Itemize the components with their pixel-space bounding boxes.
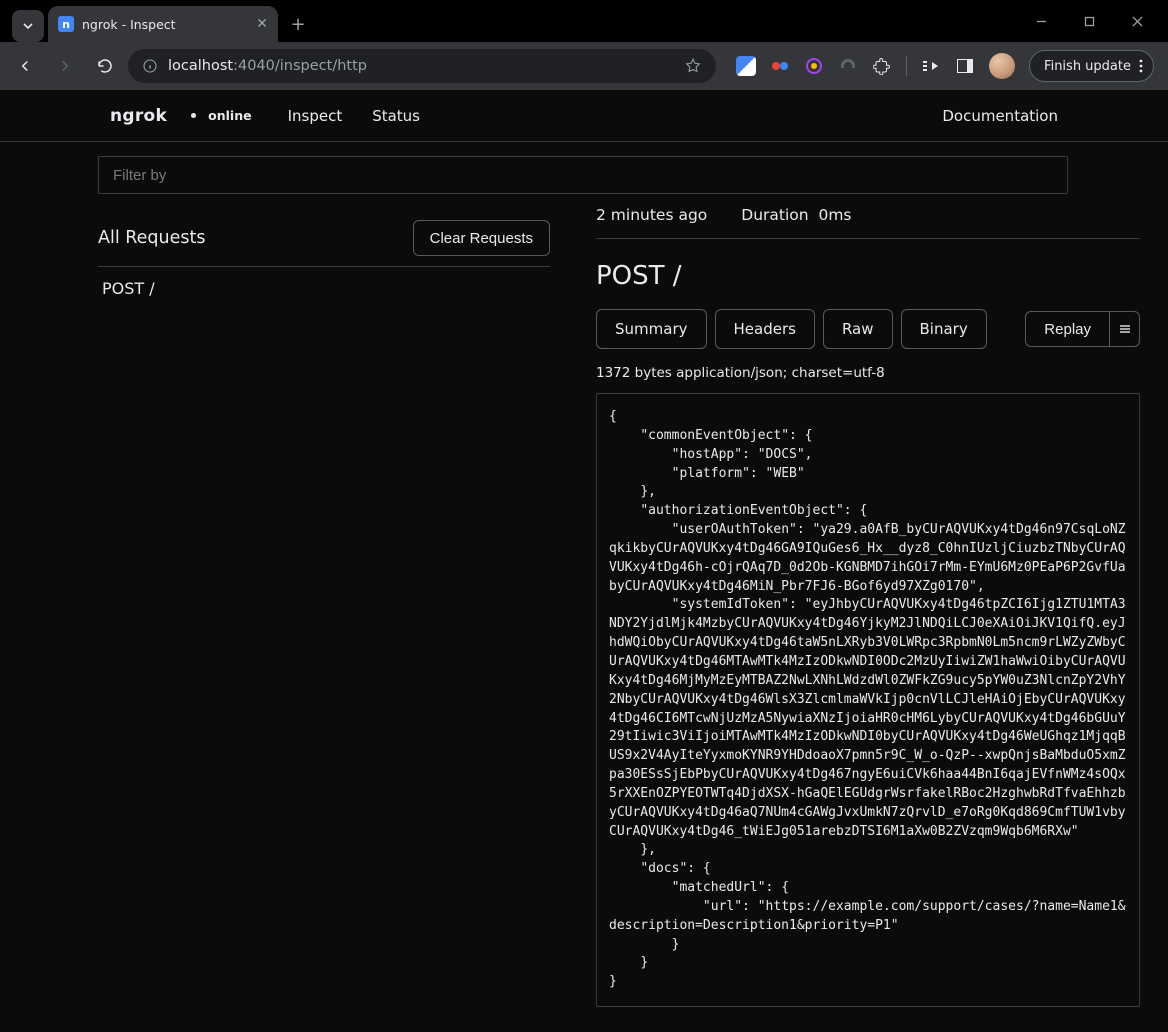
tab-search-button[interactable] [12,10,44,42]
status-dot-icon [191,113,196,118]
hamburger-icon [1119,324,1131,334]
nav-inspect[interactable]: Inspect [288,107,343,125]
request-age: 2 minutes ago [596,206,707,224]
requests-title: All Requests [98,228,205,248]
kebab-icon [1139,59,1143,73]
close-window-button[interactable] [1114,0,1160,42]
content: All Requests Clear Requests POST / 2 min… [0,142,1168,1032]
replay-button[interactable]: Replay [1025,311,1110,347]
page: ngrok online Inspect Status Documentatio… [0,90,1168,1032]
forward-button[interactable] [48,49,82,83]
tab-close-button[interactable]: ✕ [256,16,268,32]
url-bar[interactable]: localhost:4040/inspect/http [128,49,716,83]
request-list-item[interactable]: POST / [98,267,550,310]
back-button[interactable] [8,49,42,83]
duration-label: Duration [741,206,808,224]
requests-panel: All Requests Clear Requests POST / [98,206,568,1032]
replay-dropdown-button[interactable] [1110,311,1140,347]
detail-panel: 2 minutes ago Duration 0ms POST / Summar… [568,156,1168,1032]
extension-icon-2[interactable] [770,56,790,76]
brand-logo[interactable]: ngrok [110,106,167,126]
tab-binary[interactable]: Binary [901,309,987,349]
clear-requests-button[interactable]: Clear Requests [413,220,550,256]
request-body[interactable]: { "commonEventObject": { "hostApp": "DOC… [596,393,1140,1007]
tab-strip: n ngrok - Inspect ✕ + [0,0,1168,42]
favicon-icon: n [58,16,74,32]
view-tabs: Summary Headers Raw Binary Replay [596,309,1140,349]
tab-summary[interactable]: Summary [596,309,707,349]
nav-status[interactable]: Status [372,107,420,125]
extension-icon-4[interactable] [838,56,858,76]
extensions-menu-icon[interactable] [872,56,892,76]
body-meta: 1372 bytes application/json; charset=utf… [596,349,1140,393]
url-text: localhost:4040/inspect/http [168,58,367,74]
ngrok-header: ngrok online Inspect Status Documentatio… [0,90,1168,142]
status-text: online [208,108,251,123]
browser-chrome: n ngrok - Inspect ✕ + localhost:4040/ins… [0,0,1168,90]
browser-toolbar: localhost:4040/inspect/http Finish updat… [0,42,1168,90]
side-panel-icon[interactable] [955,56,975,76]
finish-update-button[interactable]: Finish update [1029,50,1154,82]
window-controls [1018,0,1160,42]
media-control-icon[interactable] [921,56,941,76]
minimize-button[interactable] [1018,0,1064,42]
duration-value: 0ms [818,206,851,224]
tab-title: ngrok - Inspect [82,17,176,32]
extension-icon-3[interactable] [804,56,824,76]
browser-tab[interactable]: n ngrok - Inspect ✕ [48,6,278,42]
extension-icon-1[interactable] [736,56,756,76]
request-meta: 2 minutes ago Duration 0ms [596,198,1140,239]
nav-documentation[interactable]: Documentation [942,107,1058,125]
tab-raw[interactable]: Raw [823,309,893,349]
profile-avatar[interactable] [989,53,1015,79]
tab-headers[interactable]: Headers [715,309,815,349]
new-tab-button[interactable]: + [284,10,312,38]
extension-icons: Finish update [722,50,1160,82]
site-info-icon[interactable] [142,58,158,74]
maximize-button[interactable] [1066,0,1112,42]
finish-update-label: Finish update [1044,59,1131,74]
reload-button[interactable] [88,49,122,83]
request-title: POST / [596,239,1140,309]
bookmark-icon[interactable] [684,57,702,75]
